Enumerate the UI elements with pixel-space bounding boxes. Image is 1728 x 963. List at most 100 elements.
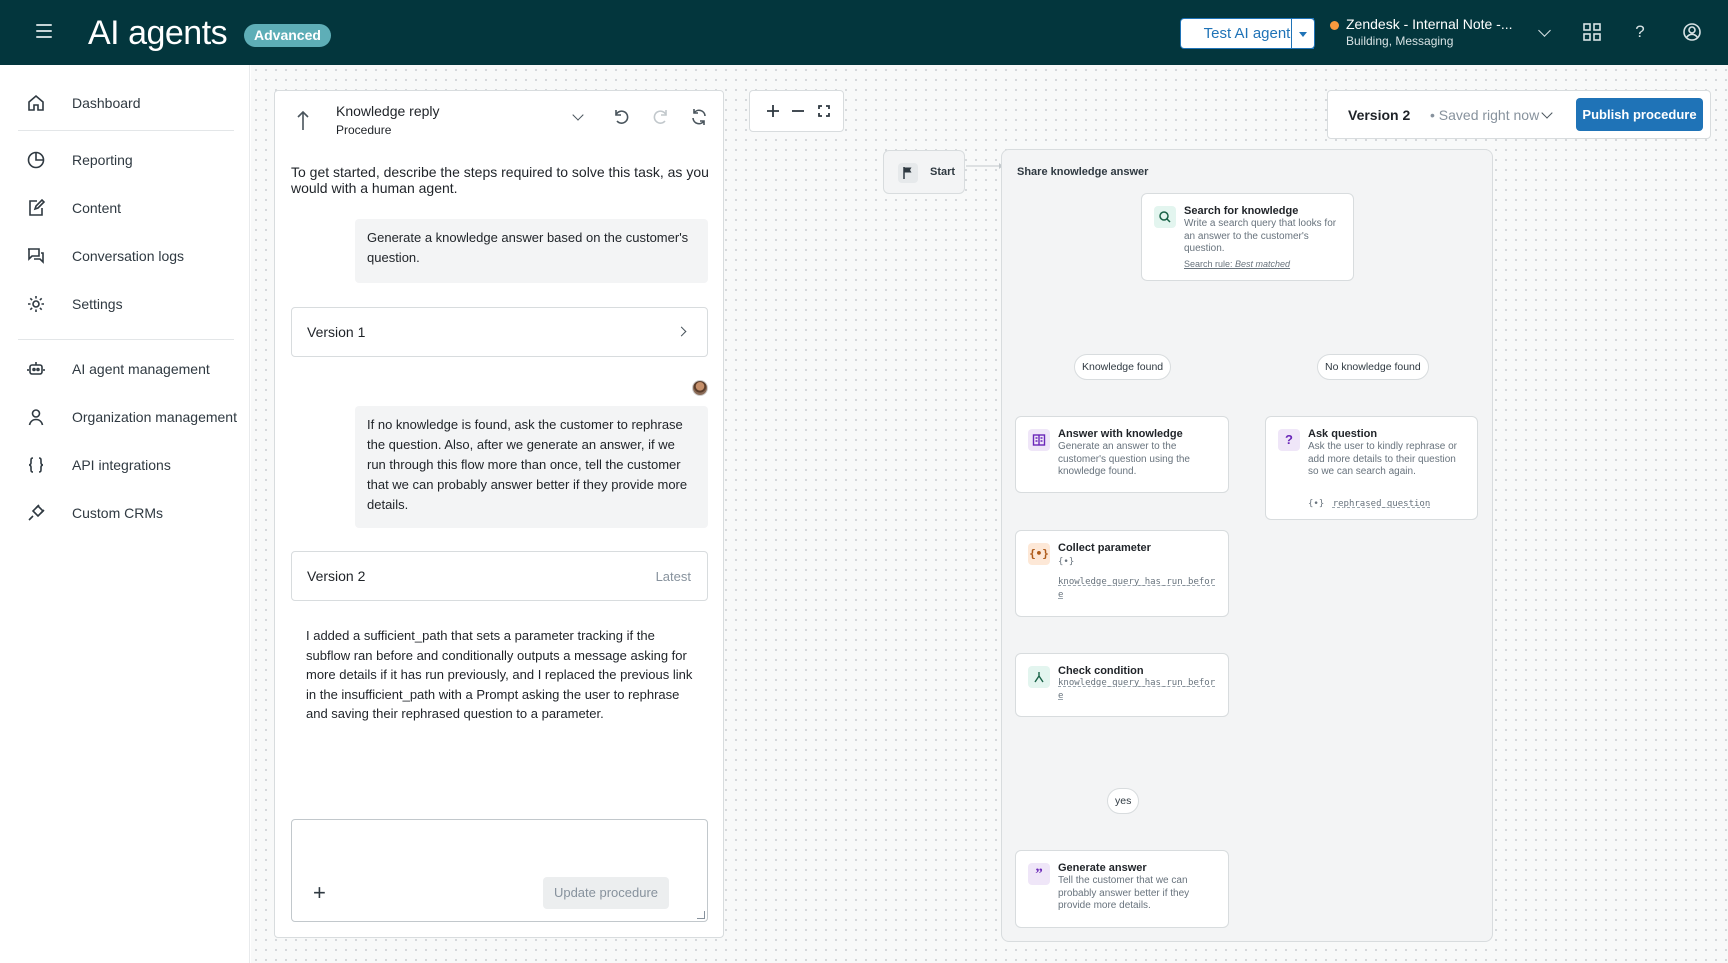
check-condition-node[interactable]: Check condition knowledge_query_has_run_… [1015, 653, 1229, 717]
save-status: • Saved right now [1430, 107, 1540, 123]
version-label: Version 1 [307, 324, 366, 340]
channel-subtitle: Building, Messaging [1346, 34, 1454, 48]
sidebar-item-organization-management[interactable]: Organization management [18, 399, 238, 435]
parameter-icon: {•} [1308, 499, 1325, 509]
sidebar-item-label: Content [72, 200, 122, 216]
version-label: Version 2 [307, 568, 366, 584]
chevron-down-icon[interactable] [572, 109, 584, 121]
search-knowledge-node[interactable]: Search for knowledge Write a search quer… [1141, 193, 1354, 281]
chevron-down-icon[interactable] [1538, 24, 1551, 37]
flag-icon [898, 163, 918, 183]
undo-icon[interactable] [611, 107, 631, 127]
node-description: Generate an answer to the customer's que… [1058, 441, 1190, 477]
sidebar-item-label: API integrations [72, 457, 171, 473]
resize-handle-icon[interactable] [697, 911, 705, 919]
parameter-icon: {•} [1058, 557, 1075, 567]
answer-with-knowledge-node[interactable]: Answer with knowledge Generate an answer… [1015, 416, 1229, 493]
node-description: Write a search query that looks for an a… [1184, 218, 1337, 254]
node-title: Collect parameter [1058, 542, 1151, 554]
help-icon[interactable]: ? [1630, 22, 1650, 42]
status-dot-icon [1330, 21, 1339, 30]
sidebar-item-ai-agent-management[interactable]: AI agent management [18, 351, 238, 387]
arrow-up-icon[interactable] [295, 109, 315, 131]
channel-name[interactable]: Zendesk - Internal Note -... [1346, 16, 1513, 32]
chevron-right-icon [676, 326, 687, 337]
ask-question-node[interactable]: ? Ask question Ask the user to kindly re… [1265, 416, 1478, 520]
parameter-name: knowledge_query_has_run_before [1058, 577, 1216, 600]
sidebar-item-content[interactable]: Content [18, 190, 238, 226]
procedure-title: Knowledge reply [336, 103, 440, 119]
sidebar-item-label: Organization management [72, 409, 237, 425]
ai-response-text: I added a sufficient_path that sets a pa… [306, 628, 693, 721]
branch-knowledge-found[interactable]: Knowledge found [1074, 354, 1172, 380]
version-selector: Version 2 • Saved right now Publish proc… [1327, 90, 1711, 139]
node-title: Generate answer [1058, 862, 1147, 874]
plug-icon [28, 504, 45, 521]
collect-parameter-node[interactable]: {•} Collect parameter {•} knowledge_quer… [1015, 530, 1229, 617]
generate-answer-node[interactable]: ” Generate answer Tell the customer that… [1015, 850, 1229, 928]
profile-icon[interactable] [1682, 22, 1702, 42]
home-icon [28, 94, 44, 111]
chevron-down-icon[interactable] [1541, 107, 1553, 119]
subflow-title: Share knowledge answer [1017, 166, 1149, 178]
hamburger-menu-icon[interactable] [36, 24, 52, 38]
question-mark-icon: ? [1278, 429, 1300, 451]
branch-icon [1028, 666, 1050, 688]
chat-bubbles-icon [28, 248, 44, 264]
sidebar-item-conversation-logs[interactable]: Conversation logs [18, 238, 238, 274]
redo-icon[interactable] [651, 107, 671, 127]
condition-yes-label[interactable]: yes [1107, 788, 1140, 814]
robot-icon [27, 362, 45, 375]
sidebar-item-reporting[interactable]: Reporting [18, 142, 238, 178]
sidebar-item-label: Settings [72, 296, 123, 312]
zoom-in-icon[interactable] [761, 99, 785, 123]
sidebar-item-label: AI agent management [72, 361, 210, 377]
prompt-input[interactable]: + Update procedure [291, 819, 708, 922]
version-1-card[interactable]: Version 1 [291, 307, 708, 357]
branch-no-knowledge-found[interactable]: No knowledge found [1317, 354, 1429, 380]
node-description: Ask the user to kindly rephrase or add m… [1308, 441, 1457, 477]
plan-badge: Advanced [244, 24, 331, 47]
sidebar-item-api-integrations[interactable]: API integrations [18, 447, 238, 483]
quote-icon: ” [1028, 863, 1050, 885]
latest-tag: Latest [655, 569, 691, 584]
braces-icon [28, 457, 44, 473]
zoom-out-icon[interactable] [786, 99, 810, 123]
user-icon [28, 409, 44, 426]
refresh-icon[interactable] [689, 107, 709, 127]
sidebar-divider [18, 339, 234, 340]
sidebar-item-settings[interactable]: Settings [18, 286, 238, 322]
sidebar-item-custom-crms[interactable]: Custom CRMs [18, 495, 238, 531]
plus-icon[interactable]: + [313, 882, 326, 904]
pie-chart-icon [27, 151, 45, 169]
intro-text: To get started, describe the steps requi… [291, 164, 709, 196]
fit-view-icon[interactable] [812, 99, 836, 123]
top-bar: AI agents Advanced Test AI agent Zendesk… [0, 0, 1728, 65]
sidebar-item-dashboard[interactable]: Dashboard [18, 85, 238, 121]
parameter-chip[interactable]: {•} rephrased_question [1308, 493, 1430, 511]
book-icon [1028, 429, 1050, 451]
parameter-name: knowledge_query_has_run_before [1058, 678, 1216, 701]
version-2-card[interactable]: Version 2 Latest [291, 551, 708, 601]
start-node[interactable]: Start [883, 150, 965, 194]
sidebar-divider [18, 130, 234, 131]
avatar [692, 380, 708, 396]
search-rule-value: Best matched [1235, 259, 1291, 269]
search-rule[interactable]: Search rule: Best matched [1184, 259, 1290, 269]
node-description: Tell the customer that we can probably a… [1058, 875, 1190, 911]
node-title: Check condition [1058, 665, 1144, 677]
node-title: Answer with knowledge [1058, 428, 1183, 440]
procedure-subtitle: Procedure [336, 123, 392, 137]
app-title: AI agents [88, 14, 228, 52]
node-title: Ask question [1308, 428, 1378, 440]
test-ai-agent-dropdown-icon[interactable] [1291, 18, 1315, 49]
update-procedure-button[interactable]: Update procedure [543, 877, 669, 909]
current-version[interactable]: Version 2 [1348, 107, 1410, 123]
zoom-controls [749, 90, 844, 132]
sidebar-item-label: Dashboard [72, 95, 141, 111]
apps-grid-icon[interactable] [1582, 22, 1602, 42]
publish-procedure-button[interactable]: Publish procedure [1576, 98, 1703, 131]
gear-icon [28, 296, 44, 312]
search-icon [1154, 206, 1176, 228]
procedure-panel: Knowledge reply Procedure To get started… [274, 90, 724, 938]
